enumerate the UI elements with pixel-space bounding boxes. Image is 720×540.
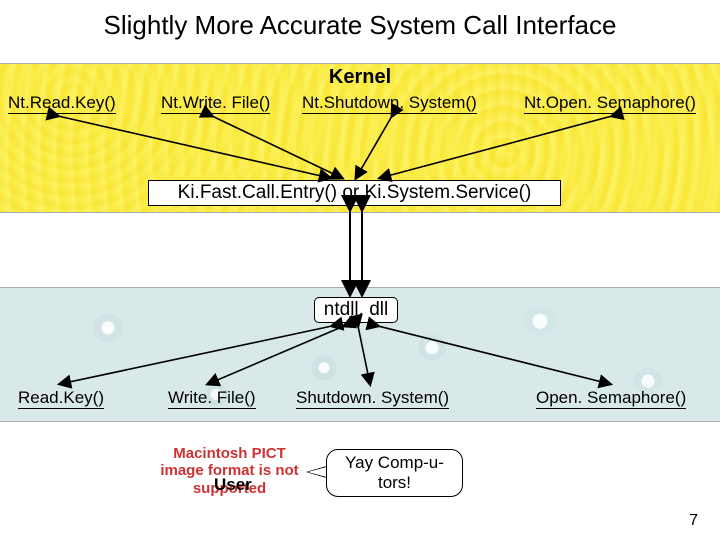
callout-bubble: Yay Comp-u- tors! bbox=[326, 449, 463, 497]
kernel-fn-readkey: Nt.Read.Key() bbox=[8, 93, 116, 114]
page-number: 7 bbox=[689, 512, 698, 530]
kernel-fn-shutdown: Nt.Shutdown. System() bbox=[302, 93, 477, 114]
user-fn-opensemaphore: Open. Semaphore() bbox=[536, 388, 686, 409]
page-title: Slightly More Accurate System Call Inter… bbox=[0, 10, 720, 41]
user-fn-readkey: Read.Key() bbox=[18, 388, 104, 409]
kernel-fn-writefile: Nt.Write. File() bbox=[161, 93, 270, 114]
dispatch-label: Ki.Fast.Call.Entry() or Ki.System.Servic… bbox=[178, 182, 532, 204]
ntdll-box: ntdll. dll bbox=[314, 297, 398, 323]
callout-text: Yay Comp-u- tors! bbox=[333, 453, 456, 493]
user-label: User bbox=[214, 475, 252, 495]
dispatch-box: Ki.Fast.Call.Entry() or Ki.System.Servic… bbox=[148, 180, 561, 206]
ntdll-label: ntdll. dll bbox=[324, 299, 388, 321]
user-fn-shutdown: Shutdown. System() bbox=[296, 388, 449, 409]
kernel-fn-opensemaphore: Nt.Open. Semaphore() bbox=[524, 93, 696, 114]
kernel-label: Kernel bbox=[0, 66, 720, 89]
slide: Slightly More Accurate System Call Inter… bbox=[0, 0, 720, 540]
user-fn-writefile: Write. File() bbox=[168, 388, 256, 409]
